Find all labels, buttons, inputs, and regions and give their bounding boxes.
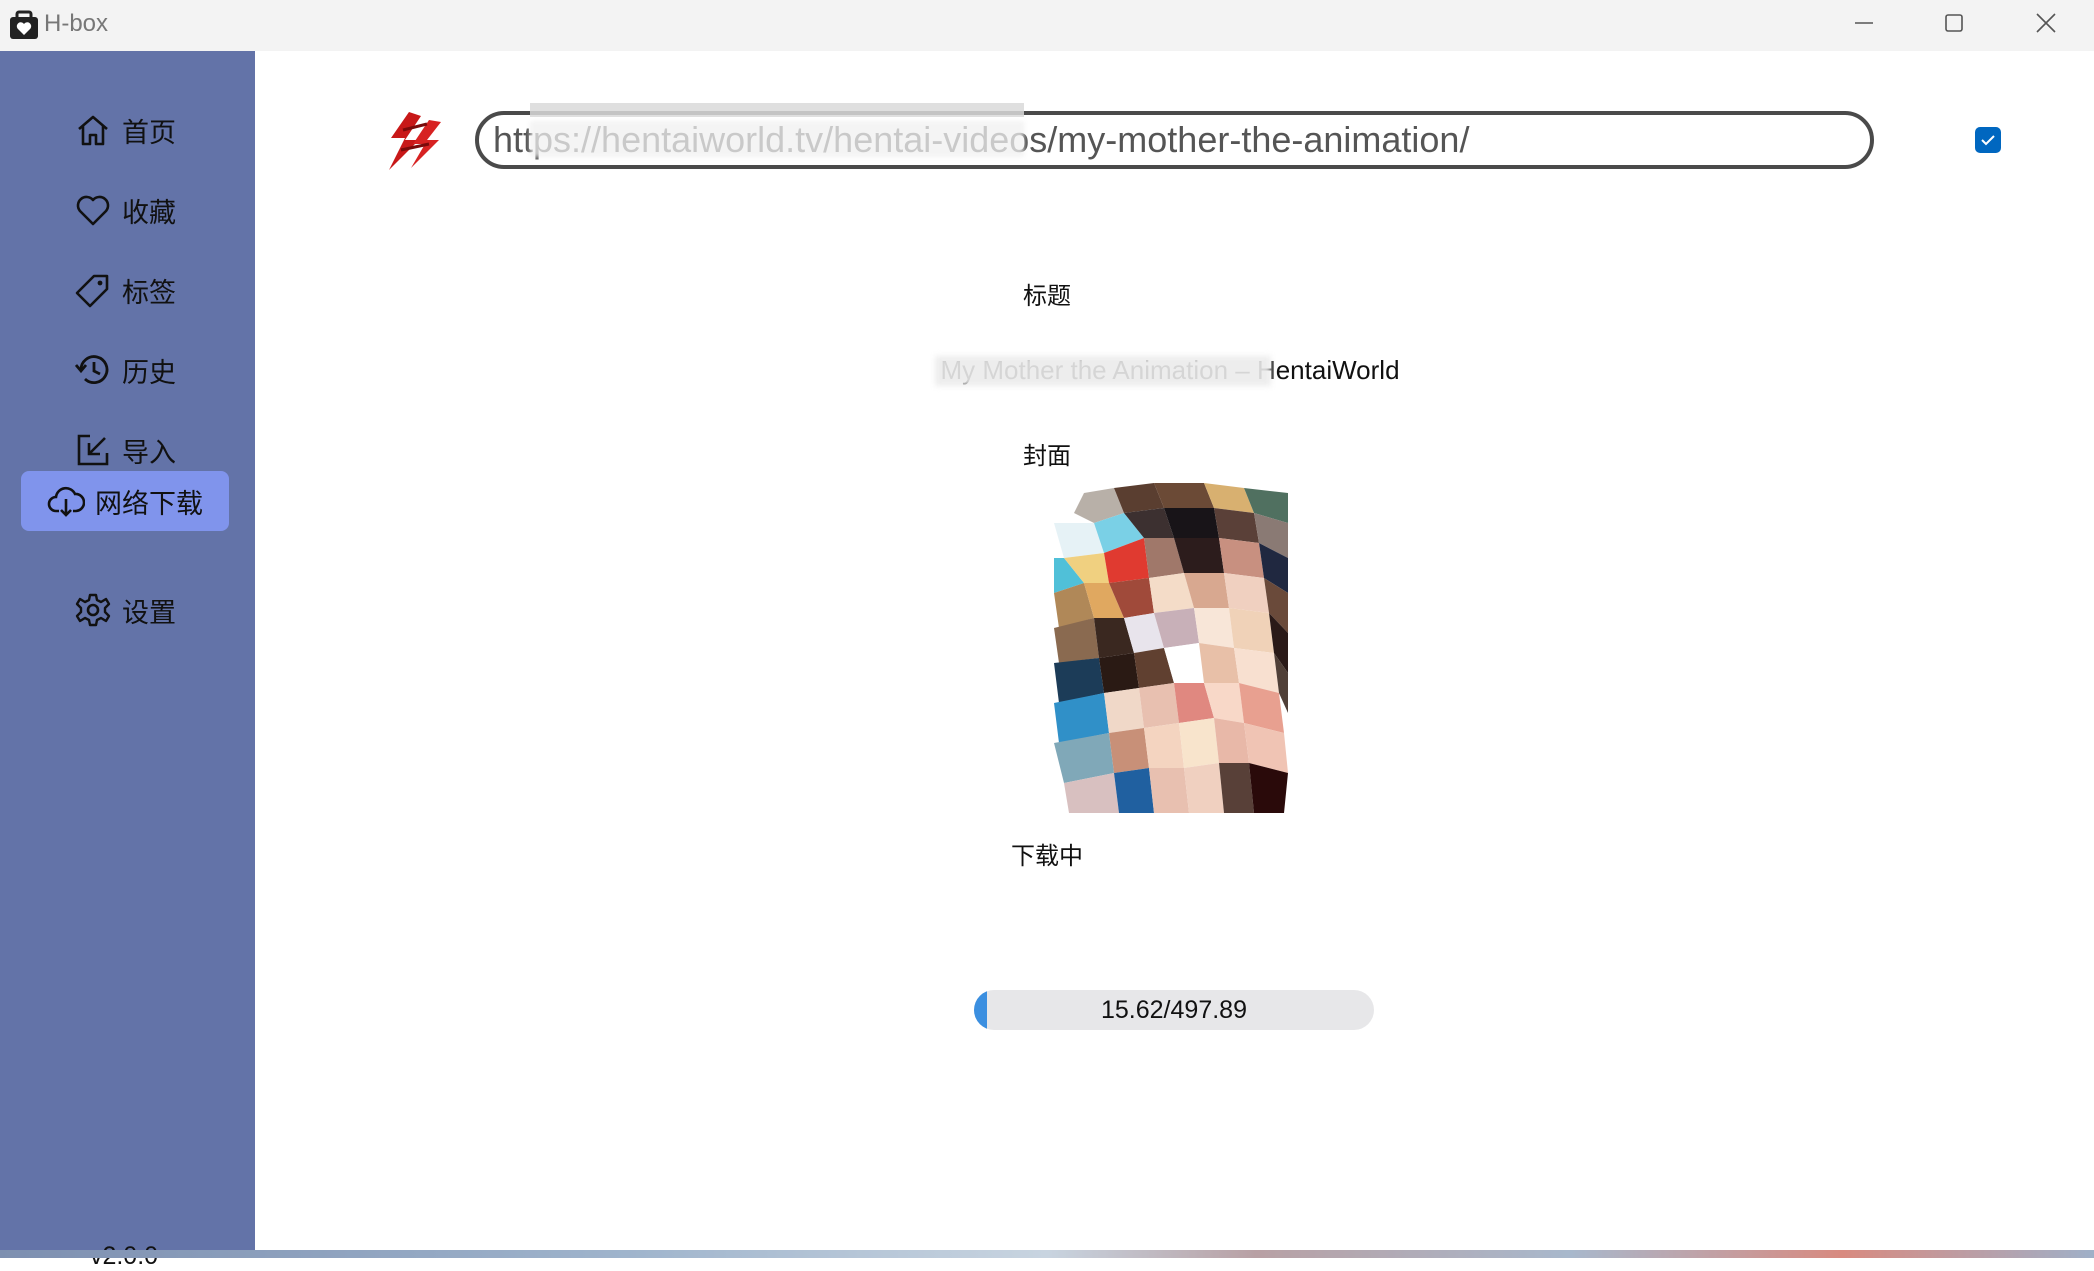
title-label: 标题 (1023, 282, 1071, 310)
sidebar-item-settings[interactable]: 设置 (21, 580, 229, 640)
sidebar-item-label: 首页 (122, 117, 176, 149)
sidebar-item-label: 设置 (122, 597, 176, 629)
cloud-download-icon (47, 486, 85, 517)
app-title: H-box (44, 10, 109, 37)
sidebar-item-label: 历史 (122, 357, 176, 389)
sidebar-item-history[interactable]: 历史 (21, 340, 229, 400)
maximize-icon (1945, 14, 1963, 32)
cover-image (1054, 483, 1288, 813)
url-redaction (530, 103, 1024, 117)
sidebar-item-label: 网络下载 (95, 488, 203, 520)
heart-icon (76, 195, 110, 226)
download-status: 下载中 (1011, 842, 1083, 870)
checkmark-icon (1981, 135, 1995, 146)
minimize-icon (1855, 22, 1873, 24)
maximize-button[interactable] (1914, 0, 1994, 46)
cover-label: 封面 (1023, 442, 1071, 470)
title-redaction (935, 356, 1271, 386)
sidebar-item-favorites[interactable]: 收藏 (21, 180, 229, 240)
close-icon (2036, 13, 2056, 33)
gear-icon (75, 593, 111, 627)
download-progress-bar: 15.62/497.89 (974, 990, 1374, 1030)
site-logo-icon (389, 112, 441, 170)
sidebar: 首页 收藏 标签 历史 导入 网络下载 设置 v2.0.0 (0, 51, 255, 1270)
sidebar-item-network-download[interactable]: 网络下载 (21, 471, 229, 531)
minimize-button[interactable] (1824, 0, 1904, 46)
progress-text: 15.62/497.89 (1101, 996, 1247, 1024)
desktop-background-strip (0, 1250, 2094, 1258)
url-redaction (530, 121, 1024, 157)
app-icon (10, 10, 38, 39)
close-button[interactable] (2006, 0, 2086, 46)
sidebar-item-home[interactable]: 首页 (21, 100, 229, 160)
auto-download-checkbox[interactable] (1975, 127, 2001, 153)
sidebar-item-label: 收藏 (122, 197, 176, 229)
title-bar: H-box (0, 0, 2094, 51)
history-icon (74, 355, 109, 384)
home-icon (78, 115, 108, 146)
